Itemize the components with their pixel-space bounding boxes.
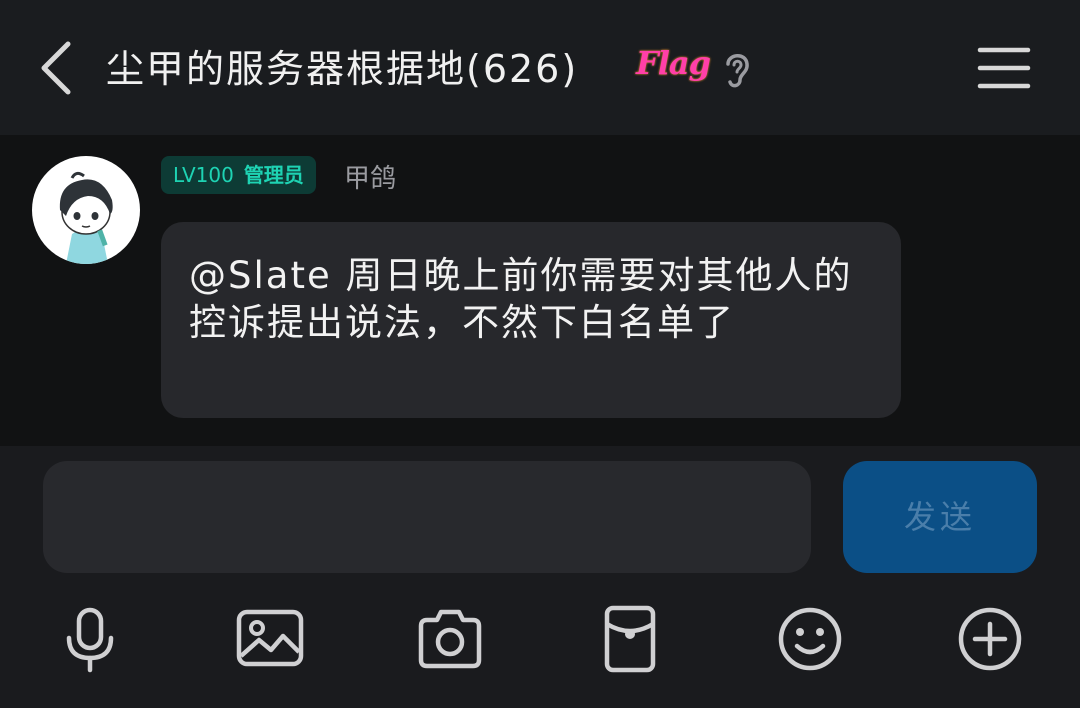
send-button[interactable]: 发送 <box>843 461 1037 573</box>
red-packet-icon[interactable] <box>595 604 665 674</box>
level-label: LV100 <box>173 163 234 187</box>
message-bubble[interactable]: @Slate 周日晚上前你需要对其他人的控诉提出说法，不然下白名单了 <box>161 222 901 418</box>
ear-icon[interactable] <box>720 48 754 90</box>
member-level-badge: LV100 管理员 <box>161 156 316 194</box>
avatar[interactable] <box>32 156 140 264</box>
message-text: @Slate 周日晚上前你需要对其他人的控诉提出说法，不然下白名单了 <box>189 254 853 344</box>
sender-name[interactable]: 甲鸽 <box>344 158 396 195</box>
role-label: 管理员 <box>243 163 304 187</box>
plus-icon[interactable] <box>955 604 1025 674</box>
hamburger-menu-icon[interactable] <box>976 44 1032 92</box>
message-input[interactable] <box>43 461 811 573</box>
camera-icon[interactable] <box>415 604 485 674</box>
chevron-left-icon[interactable] <box>36 36 80 100</box>
emoji-icon[interactable] <box>775 604 845 674</box>
microphone-icon[interactable] <box>55 604 125 674</box>
group-title[interactable]: 尘甲的服务器根据地(626) <box>106 38 578 93</box>
flag-badge: Flag <box>636 44 711 82</box>
image-icon[interactable] <box>235 604 305 674</box>
